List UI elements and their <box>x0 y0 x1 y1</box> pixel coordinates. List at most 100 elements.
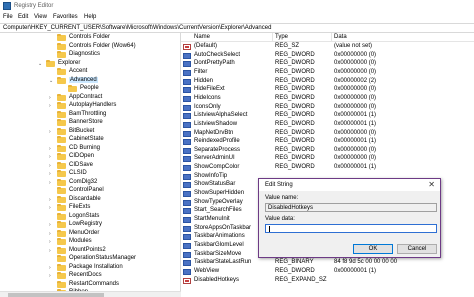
address-bar[interactable]: Computer\HKEY_CURRENT_USER\Software\Micr… <box>0 23 474 33</box>
chevron-down-icon[interactable]: ⌄ <box>49 78 55 84</box>
menu-edit[interactable]: Edit <box>18 14 28 20</box>
chevron-right-icon[interactable]: › <box>49 103 55 109</box>
tree-node[interactable]: LogonStats <box>0 212 180 221</box>
value-row[interactable]: ListviewAlphaSelect REG_DWORD 0x00000001 (… <box>181 112 474 120</box>
chevron-right-icon[interactable]: › <box>49 180 55 186</box>
value-name-field[interactable]: DisabledHotkeys <box>265 203 437 212</box>
tree-node[interactable]: ⌄ Explorer <box>0 59 180 68</box>
chevron-right-icon[interactable]: › <box>49 171 55 177</box>
menu-view[interactable]: View <box>34 14 47 20</box>
binary-value-icon <box>183 52 191 59</box>
chevron-right-icon[interactable]: › <box>49 205 55 211</box>
tree-node[interactable]: › AutoplayHandlers <box>0 102 180 110</box>
value-row[interactable]: DontPrettyPath REG_DWORD 0x00000000 (0) <box>181 60 474 68</box>
tree-node[interactable]: › CD Burning <box>0 144 180 153</box>
tree-node[interactable]: Accent <box>0 68 180 76</box>
value-row[interactable]: HideIcons REG_DWORD 0x00000000 (0) <box>181 95 474 103</box>
cancel-button[interactable]: Cancel <box>397 244 437 254</box>
chevron-right-icon[interactable]: › <box>49 273 55 279</box>
tree-node[interactable]: BannerStore <box>0 119 180 127</box>
chevron-right-icon[interactable]: › <box>49 222 55 228</box>
tree-node-label: BamThrottling <box>69 110 107 117</box>
close-icon[interactable]: ✕ <box>428 180 435 189</box>
tree-node[interactable]: Diagnostics <box>0 51 180 59</box>
chevron-right-icon[interactable]: › <box>49 163 55 169</box>
tree-node[interactable]: › FileExts <box>0 204 180 212</box>
tree-node[interactable]: › MountPoints2 <box>0 246 180 255</box>
tree-node[interactable]: › AppContract <box>0 93 180 102</box>
tree-node-label: Accent <box>69 68 88 74</box>
column-type[interactable]: Type <box>275 34 288 40</box>
value-row[interactable]: ShowCompColor REG_DWORD 0x00000001 (1) <box>181 164 474 172</box>
tree-node[interactable]: › ComDlg32 <box>0 178 180 187</box>
chevron-down-icon[interactable]: ⌄ <box>38 61 44 67</box>
tree-node[interactable]: › LowRegistry <box>0 221 180 229</box>
value-row[interactable]: SeparateProcess REG_DWORD 0x00000000 (0) <box>181 147 474 155</box>
folder-icon <box>57 204 66 211</box>
tree-node[interactable]: › RecentDocs <box>0 272 180 280</box>
chevron-right-icon[interactable]: › <box>49 95 55 101</box>
tree-node[interactable]: RestartCommands <box>0 280 180 289</box>
address-path[interactable]: Computer\HKEY_CURRENT_USER\Software\Micr… <box>3 25 271 31</box>
tree-node[interactable]: Controls Folder <box>0 34 180 42</box>
value-row[interactable]: TaskbarStateLastRun REG_BINARY 84 f8 9d 5c… <box>181 259 474 267</box>
menu-file[interactable]: File <box>3 14 13 20</box>
value-row[interactable]: ServerAdminUI REG_DWORD 0x00000000 (0) <box>181 155 474 163</box>
folder-icon <box>57 187 66 194</box>
tree-node-label: CLSID <box>69 170 87 176</box>
tree-node[interactable]: › CIDSave <box>0 161 180 170</box>
chevron-right-icon[interactable]: › <box>49 231 55 237</box>
tree-node[interactable]: › Package Installation <box>0 263 180 272</box>
value-name: ShowTypeOverlay <box>194 198 243 205</box>
tree-node-label: ControlPanel <box>69 187 104 193</box>
tree-node[interactable]: ControlPanel <box>0 187 180 195</box>
chevron-right-icon[interactable]: › <box>49 146 55 152</box>
scrollbar-thumb[interactable] <box>8 293 104 297</box>
value-name: Start_SearchFiles <box>194 207 242 214</box>
ok-button[interactable]: OK <box>353 244 393 254</box>
column-divider[interactable] <box>272 33 273 42</box>
chevron-right-icon[interactable]: › <box>49 154 55 160</box>
value-row[interactable]: IconsOnly REG_DWORD 0x00000000 (0) <box>181 104 474 112</box>
chevron-right-icon[interactable]: › <box>49 248 55 254</box>
menu-help[interactable]: Help <box>84 14 96 20</box>
tree-node[interactable]: Controls Folder (Wow64) <box>0 42 180 51</box>
chevron-right-icon[interactable]: › <box>49 129 55 135</box>
value-row[interactable]: ListviewShadow REG_DWORD 0x00000001 (1) <box>181 121 474 129</box>
value-type: REG_EXPAND_SZ <box>275 276 327 283</box>
value-row[interactable]: WebView REG_DWORD 0x00000001 (1) <box>181 268 474 276</box>
chevron-right-icon[interactable]: › <box>49 197 55 203</box>
column-data[interactable]: Data <box>334 34 347 40</box>
menu-favorites[interactable]: Favorites <box>53 14 78 20</box>
value-row[interactable]: ReindexedProfile REG_DWORD 0x00000001 (1) <box>181 138 474 146</box>
value-name: ShowStatusBar <box>194 181 236 188</box>
value-data-field[interactable] <box>265 224 437 233</box>
tree-node[interactable]: CabinetState <box>0 136 180 144</box>
tree-node[interactable]: People <box>0 85 180 93</box>
value-row[interactable]: Filter REG_DWORD 0x00000000 (0) <box>181 69 474 77</box>
tree-node[interactable]: › Modules <box>0 238 180 246</box>
tree-node[interactable]: OperationStatusManager <box>0 255 180 263</box>
key-tree[interactable]: Controls Folder Controls Folder (Wow64) Di… <box>0 33 180 297</box>
column-name[interactable]: Name <box>194 34 210 40</box>
tree-node[interactable]: › MenuOrder <box>0 229 180 238</box>
tree-node[interactable]: › CLSID <box>0 170 180 178</box>
chevron-right-icon[interactable]: › <box>49 239 55 245</box>
value-row[interactable]: (Default) REG_SZ (value not set) <box>181 43 474 51</box>
chevron-right-icon[interactable]: › <box>49 265 55 271</box>
tree-node[interactable]: › Discardable <box>0 195 180 204</box>
value-data: 0x00000000 (0) <box>334 155 377 162</box>
tree-horizontal-scrollbar[interactable] <box>0 291 181 297</box>
tree-node[interactable]: ⌄ Advanced <box>0 76 180 85</box>
value-row[interactable]: AutoCheckSelect REG_DWORD 0x00000000 (0) <box>181 52 474 60</box>
value-row[interactable]: HideFileExt REG_DWORD 0x00000000 (0) <box>181 86 474 94</box>
value-row[interactable]: Hidden REG_DWORD 0x00000002 (2) <box>181 78 474 86</box>
value-row[interactable]: MapNetDrvBtn REG_DWORD 0x00000000 (0) <box>181 130 474 138</box>
tree-node[interactable]: › CIDOpen <box>0 153 180 161</box>
value-type: REG_DWORD <box>275 267 315 274</box>
tree-node[interactable]: › BitBucket <box>0 127 180 136</box>
tree-node-label: CIDOpen <box>69 153 95 159</box>
value-row[interactable]: DisabledHotkeys REG_EXPAND_SZ <box>181 277 474 285</box>
tree-node[interactable]: BamThrottling <box>0 110 180 119</box>
column-divider[interactable] <box>331 33 332 42</box>
